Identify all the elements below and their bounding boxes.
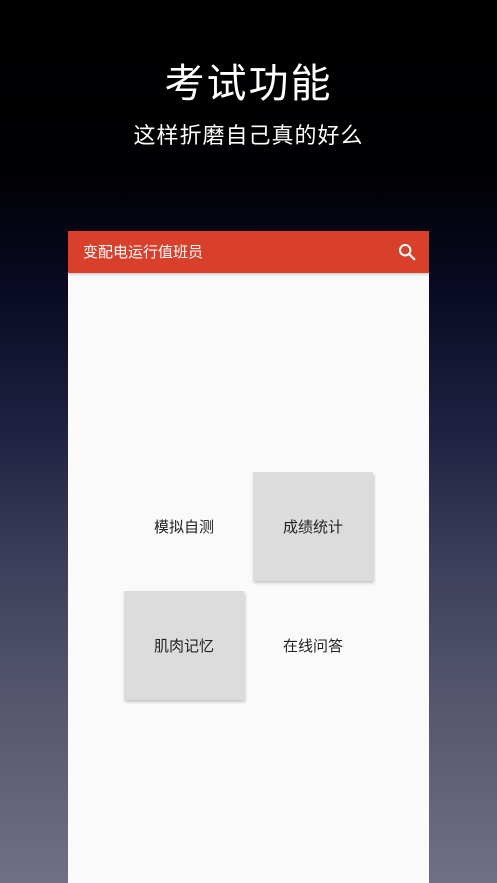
menu-item-label: 肌肉记忆 <box>153 637 214 655</box>
menu-item-score-stats[interactable]: 成绩统计 <box>253 472 373 581</box>
app-bar: 变配电运行值班员 <box>68 231 429 273</box>
search-icon <box>399 244 416 261</box>
menu-item-mock-test[interactable]: 模拟自测 <box>124 472 244 581</box>
app-bar-title: 变配电运行值班员 <box>83 243 204 261</box>
menu-item-label: 成绩统计 <box>282 518 343 536</box>
search-button[interactable] <box>395 240 419 264</box>
app-screen: 变配电运行值班员 模拟自测 成绩统计 肌肉记忆 在线问答 <box>68 231 429 883</box>
promo-title: 考试功能 <box>164 61 333 107</box>
menu-item-label: 在线问答 <box>282 637 343 655</box>
promo-subtitle: 这样折磨自己真的好么 <box>133 124 364 149</box>
menu-item-muscle-memory[interactable]: 肌肉记忆 <box>124 591 244 700</box>
menu-item-label: 模拟自测 <box>153 518 214 536</box>
menu-item-online-qa[interactable]: 在线问答 <box>253 591 373 700</box>
